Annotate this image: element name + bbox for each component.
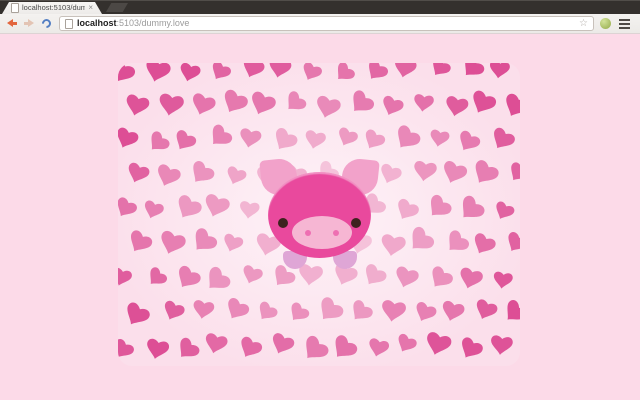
tab-title: localhost:5103/dummy.lo <box>22 2 85 14</box>
bookmark-star-icon[interactable]: ☆ <box>579 17 588 30</box>
url-host: localhost <box>77 18 117 28</box>
forward-arrow-icon <box>23 19 34 28</box>
address-bar[interactable]: localhost:5103/dummy.love ☆ <box>59 16 594 31</box>
pig-snout <box>292 216 352 249</box>
browser-toolbar: localhost:5103/dummy.love ☆ <box>0 14 640 34</box>
url-path: :5103/dummy.love <box>117 18 190 28</box>
page-content <box>0 34 640 400</box>
reload-icon <box>40 17 53 30</box>
pig-eye-right <box>351 218 361 228</box>
tab-strip: localhost:5103/dummy.lo × <box>0 0 640 14</box>
page-icon <box>65 19 73 29</box>
tab-favicon-page-icon <box>11 3 19 13</box>
tab-close-icon[interactable]: × <box>88 3 93 13</box>
back-button[interactable] <box>5 17 20 31</box>
reload-button[interactable] <box>39 17 54 31</box>
pig-nostril-left <box>305 230 311 236</box>
menu-button[interactable] <box>619 19 630 29</box>
url-text: localhost:5103/dummy.love <box>77 17 189 30</box>
hearts-panel <box>118 63 520 366</box>
pig-eye-left <box>278 218 288 228</box>
extension-icon[interactable] <box>600 18 611 29</box>
pig-illustration <box>118 63 520 366</box>
back-arrow-icon <box>7 19 18 28</box>
forward-button[interactable] <box>21 17 36 31</box>
browser-tab[interactable]: localhost:5103/dummy.lo × <box>2 2 102 14</box>
pig-nostril-right <box>333 230 339 236</box>
new-tab-button[interactable] <box>106 3 128 12</box>
browser-window: localhost:5103/dummy.lo × localhost:5103… <box>0 0 640 400</box>
